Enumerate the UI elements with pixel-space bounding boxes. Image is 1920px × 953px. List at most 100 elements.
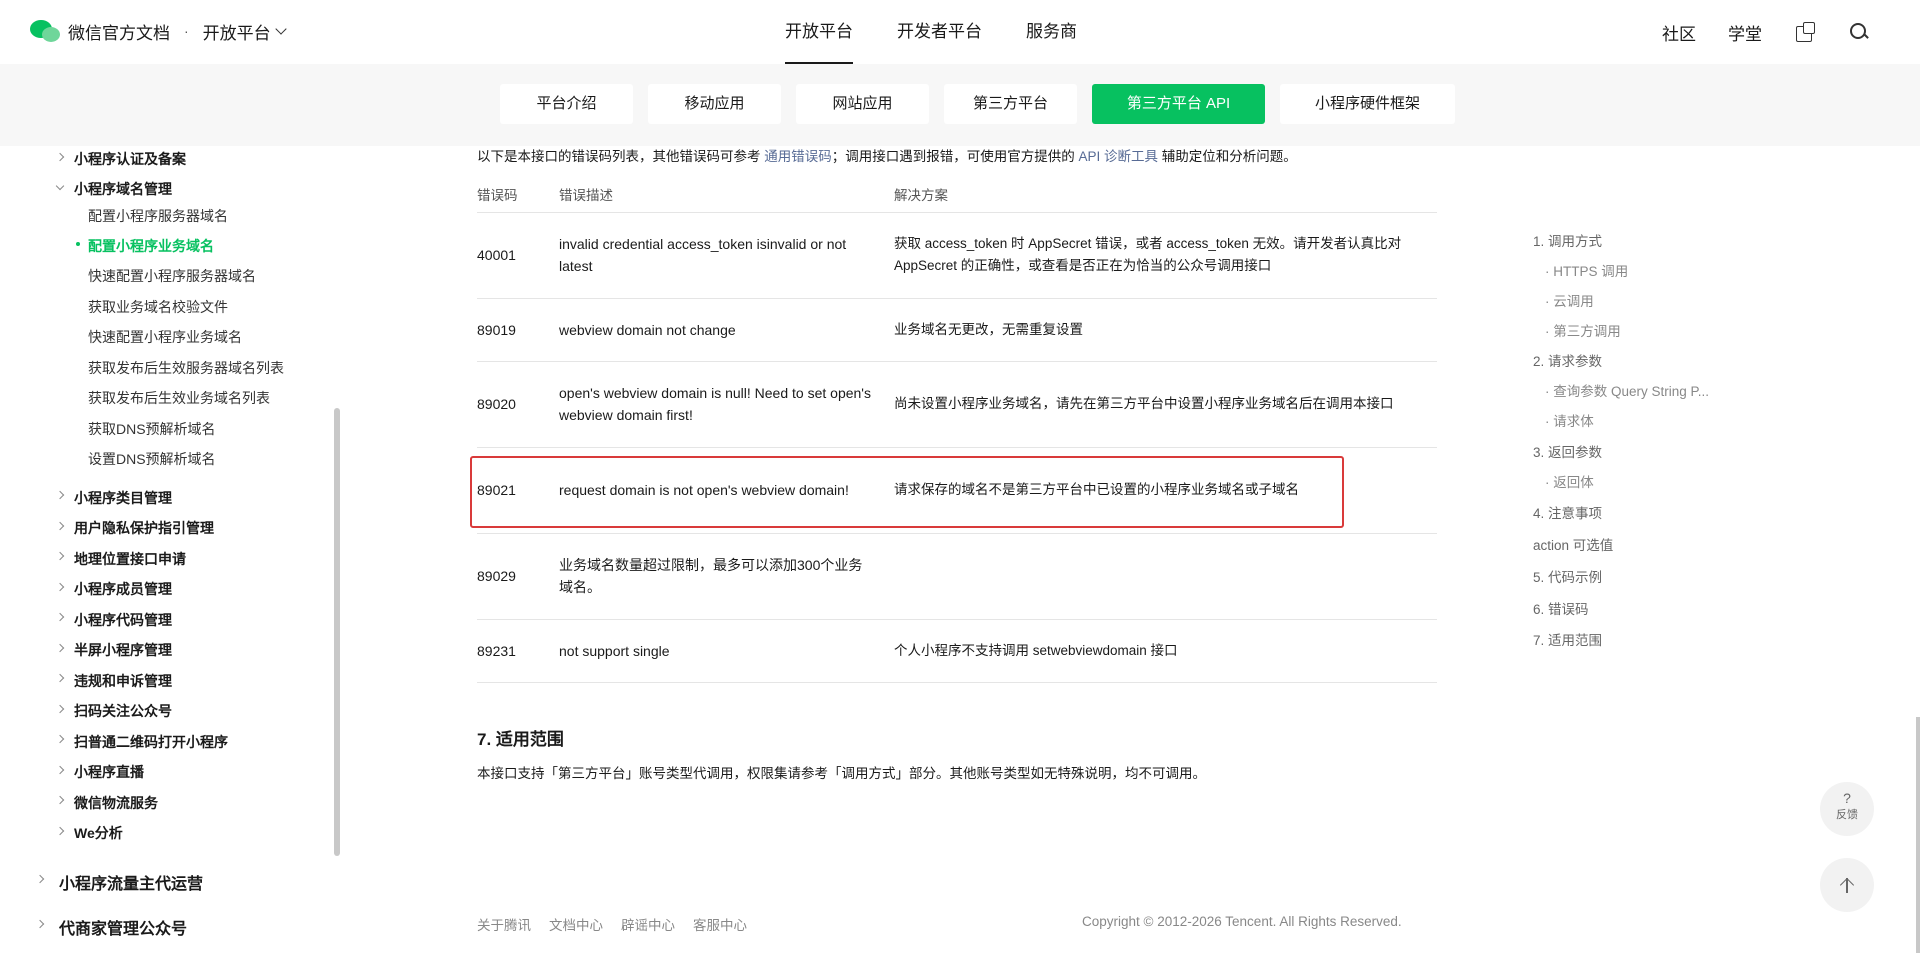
main-tabs: 开放平台 开发者平台 服务商 bbox=[763, 0, 1099, 64]
sidebar-item-category[interactable]: 小程序类目管理 bbox=[74, 488, 172, 508]
subtab-platform-intro[interactable]: 平台介绍 bbox=[500, 84, 633, 124]
toc-item[interactable]: 4. 注意事项 bbox=[1533, 502, 1602, 522]
platform-switcher-label: 开放平台 bbox=[202, 23, 271, 43]
solution-cell: 获取 access_token 时 AppSecret 错误，或者 access… bbox=[894, 212, 1437, 299]
error-code-intro: 以下是本接口的错误码列表，其他错误码可参考 通用错误码；调用接口遇到报错，可使用… bbox=[477, 145, 1297, 165]
sidebar-item-privacy[interactable]: 用户隐私保护指引管理 bbox=[74, 518, 214, 538]
table-header-row: 错误码 错误描述 解决方案 bbox=[477, 176, 1437, 213]
chevron-right-icon bbox=[35, 874, 45, 884]
error-code-table: 错误码 错误描述 解决方案 40001 invalid credential a… bbox=[477, 176, 1437, 683]
error-desc-cell: request domain is not open's webview dom… bbox=[559, 447, 894, 534]
chevron-right-icon bbox=[55, 612, 65, 622]
external-window-icon[interactable] bbox=[1794, 21, 1816, 43]
chevron-right-icon bbox=[55, 673, 65, 683]
tab-developer-platform[interactable]: 开发者平台 bbox=[875, 0, 1004, 64]
sidebar-item-analysis[interactable]: We分析 bbox=[74, 823, 123, 843]
footer-link-rumor[interactable]: 辟谣中心 bbox=[621, 914, 675, 934]
subtab-website-app[interactable]: 网站应用 bbox=[796, 84, 929, 124]
toc-item[interactable]: 5. 代码示例 bbox=[1533, 566, 1602, 586]
brand-logo[interactable]: 微信官方文档 · 开放平台 bbox=[30, 18, 287, 44]
toc-item[interactable]: 3. 返回参数 bbox=[1533, 441, 1602, 461]
chevron-right-icon bbox=[55, 704, 65, 714]
sidebar-item-set-dns[interactable]: 设置DNS预解析域名 bbox=[88, 449, 216, 469]
footer-link-support[interactable]: 客服中心 bbox=[693, 914, 747, 934]
toc-item[interactable]: · 请求体 bbox=[1545, 410, 1594, 430]
sidebar-item-members[interactable]: 小程序成员管理 bbox=[74, 579, 172, 599]
solution-cell bbox=[894, 533, 1437, 620]
intro-text: 以下是本接口的错误码列表，其他错误码可参考 bbox=[477, 149, 765, 164]
subtab-third-party-api[interactable]: 第三方平台 API bbox=[1092, 84, 1265, 124]
section-body: 本接口支持「第三方平台」账号类型代调用，权限集请参考「调用方式」部分。其他账号类… bbox=[477, 766, 1206, 781]
feedback-label: 反馈 bbox=[1836, 809, 1858, 821]
brand-title: 微信官方文档 bbox=[68, 23, 170, 43]
error-code-cell: 40001 bbox=[477, 212, 559, 299]
tab-service-provider[interactable]: 服务商 bbox=[1004, 0, 1099, 64]
table-row: 40001 invalid credential access_token is… bbox=[477, 212, 1437, 299]
column-header-code: 错误码 bbox=[477, 176, 559, 213]
error-desc-cell: webview domain not change bbox=[559, 298, 894, 362]
chevron-right-icon bbox=[35, 919, 45, 929]
sidebar-item-live[interactable]: 小程序直播 bbox=[74, 762, 144, 782]
copyright: Copyright © 2012-2026 Tencent. All Right… bbox=[1082, 914, 1402, 929]
sidebar-item-effective-server-list[interactable]: 获取发布后生效服务器域名列表 bbox=[88, 358, 284, 378]
sidebar-item-certification[interactable]: 小程序认证及备案 bbox=[74, 149, 186, 169]
toc-item[interactable]: action 可选值 bbox=[1533, 534, 1613, 554]
tab-open-platform[interactable]: 开放平台 bbox=[763, 0, 875, 64]
subtab-hardware-framework[interactable]: 小程序硬件框架 bbox=[1280, 84, 1455, 124]
toc-item[interactable]: 1. 调用方式 bbox=[1533, 230, 1602, 250]
chevron-right-icon bbox=[55, 734, 65, 744]
sidebar-scrollbar[interactable] bbox=[334, 408, 340, 856]
sidebar-item-domain-management[interactable]: 小程序域名管理 bbox=[74, 179, 172, 199]
sidebar-item-business-domain[interactable]: 配置小程序业务域名 bbox=[88, 236, 214, 256]
sidebar-item-qrcode[interactable]: 扫普通二维码打开小程序 bbox=[74, 732, 228, 752]
api-diagnostic-tool-link[interactable]: API 诊断工具 bbox=[1079, 149, 1159, 164]
platform-switcher[interactable]: 开放平台 bbox=[202, 19, 287, 44]
toc-item[interactable]: 7. 适用范围 bbox=[1533, 629, 1602, 649]
sidebar-item-server-domain[interactable]: 配置小程序服务器域名 bbox=[88, 206, 228, 226]
toc-item[interactable]: · 返回体 bbox=[1545, 471, 1594, 491]
wechat-logo-icon bbox=[30, 18, 60, 44]
sidebar-item-logistics[interactable]: 微信物流服务 bbox=[74, 793, 158, 813]
toc-item[interactable]: · 第三方调用 bbox=[1545, 320, 1621, 340]
section-title: 7. 适用范围 bbox=[477, 730, 564, 749]
toc-item[interactable]: · 云调用 bbox=[1545, 290, 1594, 310]
sidebar-item-verify-file[interactable]: 获取业务域名校验文件 bbox=[88, 297, 228, 317]
community-link[interactable]: 社区 bbox=[1662, 20, 1696, 45]
sidebar-item-get-dns[interactable]: 获取DNS预解析域名 bbox=[88, 419, 216, 439]
common-error-code-link[interactable]: 通用错误码 bbox=[764, 149, 832, 164]
sidebar-item-merchant-oa[interactable]: 代商家管理公众号 bbox=[59, 915, 187, 939]
toc-item[interactable]: 2. 请求参数 bbox=[1533, 350, 1602, 370]
footer-link-docs[interactable]: 文档中心 bbox=[549, 914, 603, 934]
toc-item[interactable]: · 查询参数 Query String P... bbox=[1545, 380, 1709, 400]
sub-nav: 平台介绍 移动应用 网站应用 第三方平台 第三方平台 API 小程序硬件框架 bbox=[0, 64, 1920, 146]
column-header-solution: 解决方案 bbox=[894, 176, 1437, 213]
sidebar-item-effective-business-list[interactable]: 获取发布后生效业务域名列表 bbox=[88, 388, 270, 408]
search-icon[interactable] bbox=[1848, 21, 1870, 43]
subtab-mobile-app[interactable]: 移动应用 bbox=[648, 84, 781, 124]
chevron-right-icon bbox=[55, 152, 65, 162]
help-icon: ? bbox=[1843, 790, 1851, 806]
sidebar-item-location[interactable]: 地理位置接口申请 bbox=[74, 549, 186, 569]
sidebar-item-scan-follow[interactable]: 扫码关注公众号 bbox=[74, 701, 172, 721]
sidebar-item-traffic-agent[interactable]: 小程序流量主代运营 bbox=[59, 870, 203, 894]
column-header-desc: 错误描述 bbox=[559, 176, 894, 213]
toc-item[interactable]: 6. 错误码 bbox=[1533, 598, 1589, 618]
subtab-third-party-platform[interactable]: 第三方平台 bbox=[944, 84, 1077, 124]
table-row: 89021 request domain is not open's webvi… bbox=[477, 447, 1437, 534]
footer-link-about[interactable]: 关于腾讯 bbox=[477, 914, 531, 934]
sidebar-item-code[interactable]: 小程序代码管理 bbox=[74, 610, 172, 630]
feedback-button[interactable]: ? 反馈 bbox=[1820, 782, 1874, 836]
sidebar-item-half-screen[interactable]: 半屏小程序管理 bbox=[74, 640, 172, 660]
sidebar-item-quick-server-domain[interactable]: 快速配置小程序服务器域名 bbox=[88, 266, 256, 286]
header-right-links: 社区 学堂 bbox=[1662, 0, 1870, 64]
back-to-top-button[interactable] bbox=[1820, 858, 1874, 912]
academy-link[interactable]: 学堂 bbox=[1728, 20, 1762, 45]
toc-item[interactable]: · HTTPS 调用 bbox=[1545, 260, 1628, 280]
top-nav: 微信官方文档 · 开放平台 开放平台 开发者平台 服务商 社区 学堂 bbox=[0, 0, 1920, 64]
sidebar-item-quick-business-domain[interactable]: 快速配置小程序业务域名 bbox=[88, 327, 242, 347]
arrow-up-stem bbox=[1846, 878, 1848, 893]
brand-separator: · bbox=[184, 23, 189, 39]
table-row: 89020 open's webview domain is null! Nee… bbox=[477, 361, 1437, 448]
page-scrollbar[interactable] bbox=[1916, 717, 1920, 953]
sidebar-item-violation[interactable]: 违规和申诉管理 bbox=[74, 671, 172, 691]
